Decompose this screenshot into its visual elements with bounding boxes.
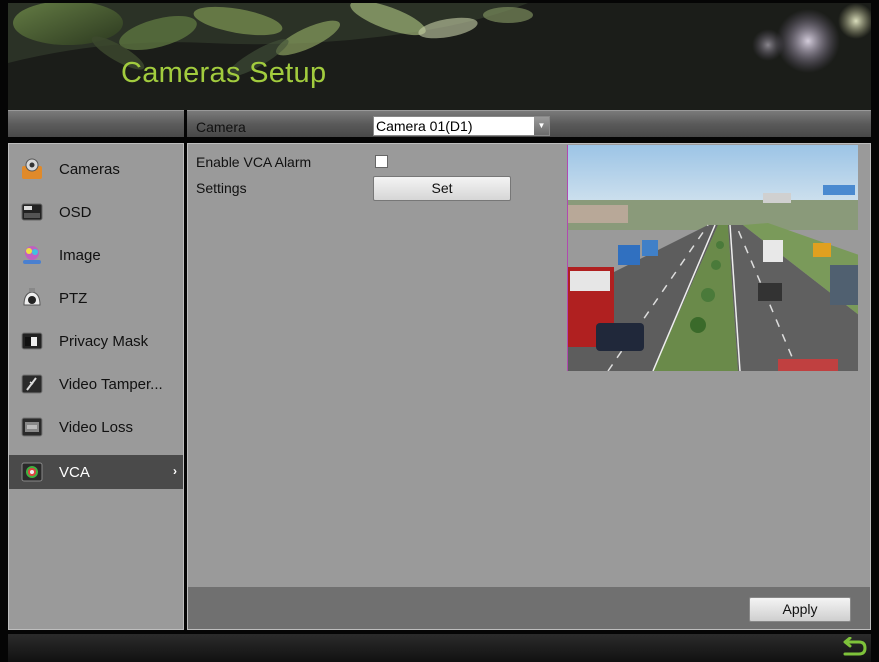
camera-label: Camera [196, 119, 246, 135]
sidebar-item-ptz[interactable]: PTZ [9, 281, 183, 315]
sidebar-item-label: VCA [59, 463, 90, 481]
sidebar-header-bar [8, 110, 184, 137]
vca-settings-panel: Enable VCA Alarm Settings Set Apply [187, 143, 871, 630]
sidebar-item-cameras[interactable]: Cameras [9, 152, 183, 186]
image-icon [21, 244, 43, 266]
sidebar-item-label: Cameras [59, 160, 120, 178]
sidebar-item-label: Image [59, 246, 101, 264]
camera-selector-bar: Camera Camera 01(D1) ▼ [187, 110, 871, 137]
camera-preview-image [567, 145, 858, 371]
action-bar: Apply [188, 587, 870, 629]
sidebar-item-label: Video Tamper... [59, 375, 163, 393]
chevron-right-icon: › [173, 464, 177, 478]
vca-icon [21, 461, 43, 483]
sidebar-item-video-tamper[interactable]: Video Tamper... [9, 367, 183, 401]
sidebar-item-osd[interactable]: OSD [9, 195, 183, 229]
camera-dropdown[interactable]: Camera 01(D1) ▼ [373, 116, 550, 136]
sidebar-item-video-loss[interactable]: Video Loss [9, 410, 183, 444]
sidebar-item-privacy-mask[interactable]: Privacy Mask [9, 324, 183, 358]
sidebar: Cameras OSD Image PTZ Privacy Mask Video… [8, 143, 184, 630]
dvr-window: Cameras Setup Camera Camera 01(D1) ▼ Cam… [0, 0, 879, 662]
camera-icon [21, 158, 43, 180]
sidebar-item-label: Privacy Mask [59, 332, 149, 350]
sidebar-item-label: PTZ [59, 289, 88, 307]
ptz-icon [21, 287, 43, 309]
enable-vca-alarm-label: Enable VCA Alarm [196, 154, 312, 170]
osd-icon [21, 201, 43, 223]
page-title: Cameras Setup [121, 57, 327, 89]
chevron-down-icon[interactable]: ▼ [534, 117, 549, 135]
privacy-mask-icon [21, 330, 43, 352]
video-tamper-icon [21, 373, 43, 395]
settings-label: Settings [196, 180, 247, 196]
back-icon[interactable] [841, 637, 867, 659]
enable-vca-alarm-checkbox[interactable] [375, 155, 388, 168]
sidebar-item-image[interactable]: Image [9, 238, 183, 272]
header-banner: Cameras Setup [8, 3, 871, 110]
sidebar-item-label: Video Loss [59, 418, 133, 436]
video-loss-icon [21, 416, 43, 438]
camera-dropdown-value: Camera 01(D1) [376, 118, 473, 134]
apply-button[interactable]: Apply [749, 597, 851, 622]
sidebar-item-label: OSD [59, 203, 92, 221]
footer-bar [8, 634, 871, 662]
set-button[interactable]: Set [373, 176, 511, 201]
sidebar-item-vca[interactable]: VCA › [9, 455, 183, 489]
